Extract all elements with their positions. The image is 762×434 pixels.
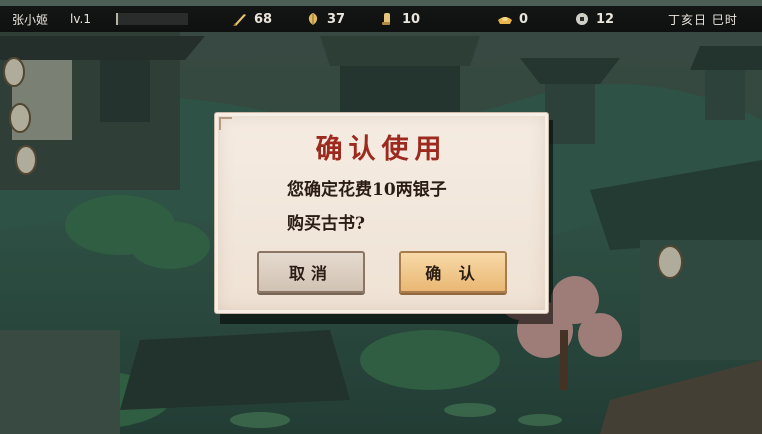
status-bar: 张小姬 lv.1 68 37 10 0 12 丁亥日 巳时: [0, 6, 762, 32]
stat-scroll-value: 10: [402, 11, 421, 27]
stat-leaf: 37: [305, 11, 345, 27]
confirm-dialog: 确认使用 您确定花费10两银子 购买古书? 取消 确 认: [214, 112, 553, 324]
stat-coin-value: 12: [596, 11, 615, 27]
stat-scroll: 10: [380, 11, 420, 27]
stat-silver-value: 0: [519, 11, 529, 27]
dialog-message-line1: 您确定花费10两银子: [287, 180, 447, 200]
dialog-title: 确认使用: [315, 134, 448, 165]
stat-leaf-value: 37: [327, 11, 346, 27]
experience-bar: [116, 13, 188, 25]
dialog-panel: 确认使用 您确定花费10两银子 购买古书? 取消 确 认: [214, 112, 549, 314]
cancel-button[interactable]: 取消: [257, 251, 365, 293]
game-date: 丁亥日 巳时: [668, 12, 738, 27]
coin-icon: [574, 11, 590, 27]
leaf-icon: [305, 11, 321, 27]
player-name: 张小姬: [12, 12, 49, 27]
confirm-button[interactable]: 确 认: [399, 251, 507, 293]
game-screen: 张小姬 lv.1 68 37 10 0 12 丁亥日 巳时 确认使用 您确定花费…: [0, 0, 762, 434]
stat-brush-value: 68: [254, 11, 273, 27]
dialog-message-line2: 购买古书?: [287, 214, 365, 234]
player-level: lv.1: [70, 12, 91, 26]
silver-ingot-icon: [497, 11, 513, 27]
scroll-icon: [380, 11, 396, 27]
stat-silver: 0: [497, 11, 528, 27]
stat-coin: 12: [574, 11, 614, 27]
stat-brush: 68: [232, 11, 272, 27]
brush-icon: [232, 11, 248, 27]
